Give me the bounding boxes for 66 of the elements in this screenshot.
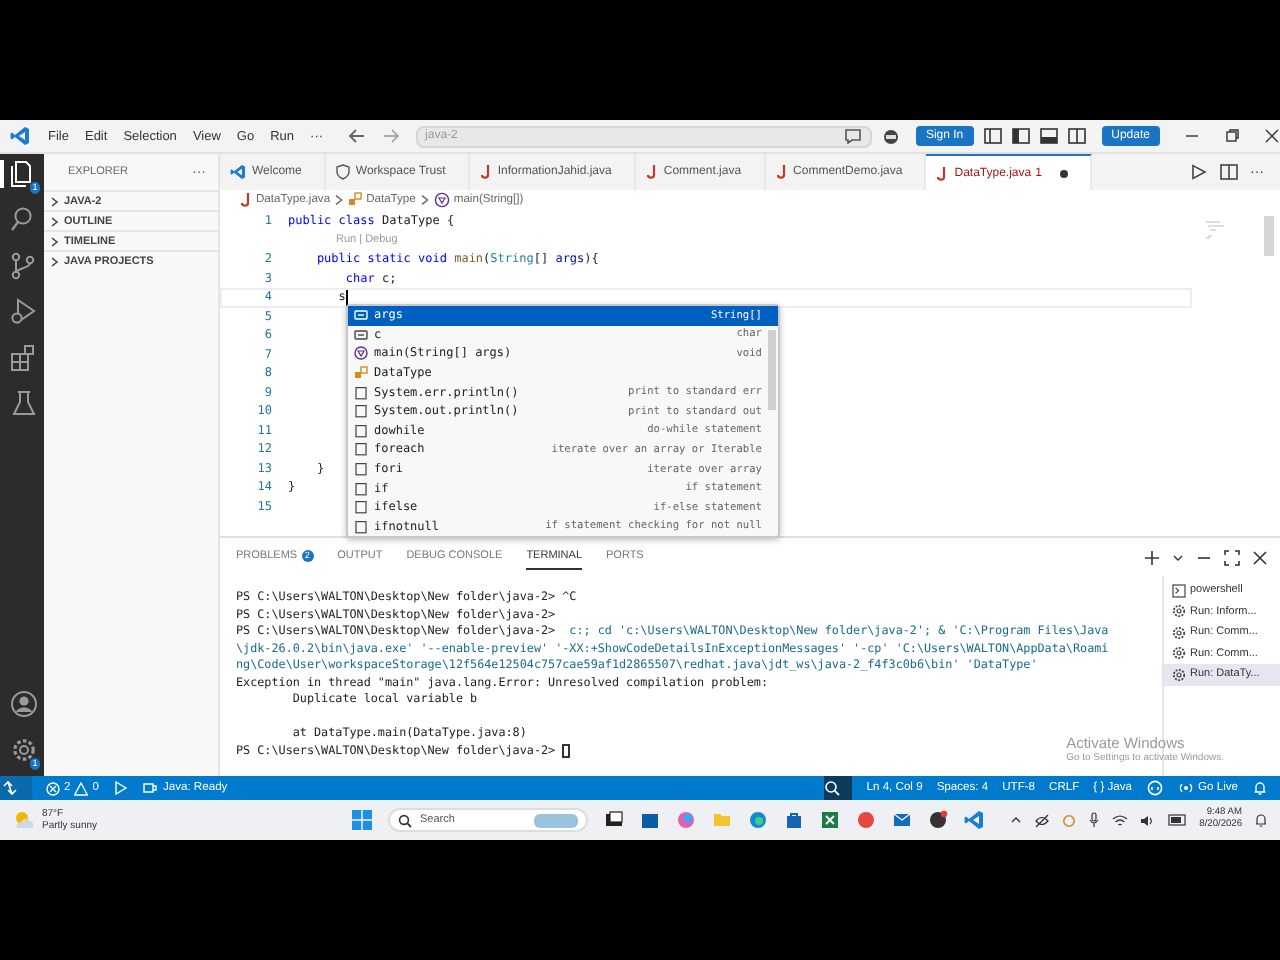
- terminal-icon: [1172, 583, 1186, 598]
- variable-icon: [354, 308, 368, 323]
- battery-icon[interactable]: [1167, 814, 1188, 826]
- chat-icon[interactable]: [843, 128, 862, 144]
- panel-toggle-icon[interactable]: [1039, 128, 1058, 144]
- scrollbar[interactable]: [768, 330, 776, 410]
- back-arrow-icon[interactable]: [347, 128, 366, 144]
- layout-icon[interactable]: [983, 128, 1002, 144]
- method-icon: [433, 191, 450, 207]
- close-icon[interactable]: [1252, 549, 1268, 565]
- plus-icon[interactable]: [1144, 549, 1160, 565]
- spreadsheet-icon[interactable]: [820, 810, 840, 830]
- bell-icon[interactable]: [1254, 812, 1268, 828]
- remote-indicator[interactable]: [0, 776, 32, 800]
- extensions-icon[interactable]: [10, 344, 38, 372]
- browser-icon[interactable]: [928, 810, 948, 830]
- method-icon: [354, 346, 368, 361]
- chevron-right-icon: [419, 193, 430, 205]
- class-icon: [348, 192, 363, 206]
- java-file-icon: [240, 191, 252, 207]
- sun-cloud-icon: [12, 810, 36, 830]
- class-icon: [354, 366, 368, 381]
- error-icon: [46, 781, 60, 795]
- scrollbar[interactable]: [1264, 216, 1274, 256]
- shield-icon: [335, 164, 350, 180]
- vscode-logo-icon[interactable]: [964, 810, 984, 830]
- broadcast-icon: [1178, 780, 1195, 796]
- windows-start-icon[interactable]: [352, 810, 372, 830]
- flask-icon[interactable]: [10, 390, 38, 418]
- task-view-icon[interactable]: [604, 810, 624, 830]
- vscode-logo-icon: [230, 164, 246, 180]
- coffee-cup-icon: [142, 780, 159, 796]
- restore-icon[interactable]: [1224, 128, 1240, 144]
- run-icon[interactable]: [1190, 164, 1208, 180]
- close-icon[interactable]: [1264, 128, 1280, 144]
- speaker-icon[interactable]: [1139, 813, 1156, 827]
- gear-icon[interactable]: [10, 736, 38, 764]
- zoom-icon[interactable]: [824, 780, 841, 796]
- warning-icon: [74, 781, 89, 795]
- account-icon[interactable]: [10, 690, 38, 718]
- vscode-logo-icon[interactable]: [10, 126, 30, 146]
- java-file-icon: [479, 164, 492, 180]
- microphone-icon[interactable]: [1087, 812, 1100, 828]
- debug-icon[interactable]: [112, 780, 129, 796]
- java-file-icon: [775, 164, 788, 180]
- search-highlight-image: [534, 813, 578, 827]
- suggestion-list[interactable]: [346, 304, 780, 539]
- search-icon: [398, 813, 412, 827]
- eye-off-icon[interactable]: [1033, 813, 1050, 827]
- shopping-bag-icon[interactable]: [784, 810, 804, 830]
- maximize-icon[interactable]: [1224, 549, 1240, 565]
- run-debug-icon[interactable]: [10, 298, 38, 326]
- java-file-icon: [936, 165, 949, 181]
- mail-icon[interactable]: [892, 810, 912, 830]
- sidebar-toggle-icon[interactable]: [1011, 128, 1030, 144]
- split-editor-icon[interactable]: [1220, 164, 1238, 180]
- chevron-down-icon[interactable]: [1172, 551, 1184, 563]
- chevron-up-icon[interactable]: [1009, 814, 1022, 826]
- source-control-icon[interactable]: [10, 252, 38, 280]
- app-icon[interactable]: [856, 810, 876, 830]
- variable-icon: [354, 327, 368, 342]
- java-file-icon: [645, 164, 658, 180]
- secondary-sidebar-icon[interactable]: [1067, 128, 1086, 144]
- remote-icon: [2, 780, 18, 796]
- chevron-right-icon: [334, 193, 345, 205]
- wifi-icon[interactable]: [1111, 813, 1128, 827]
